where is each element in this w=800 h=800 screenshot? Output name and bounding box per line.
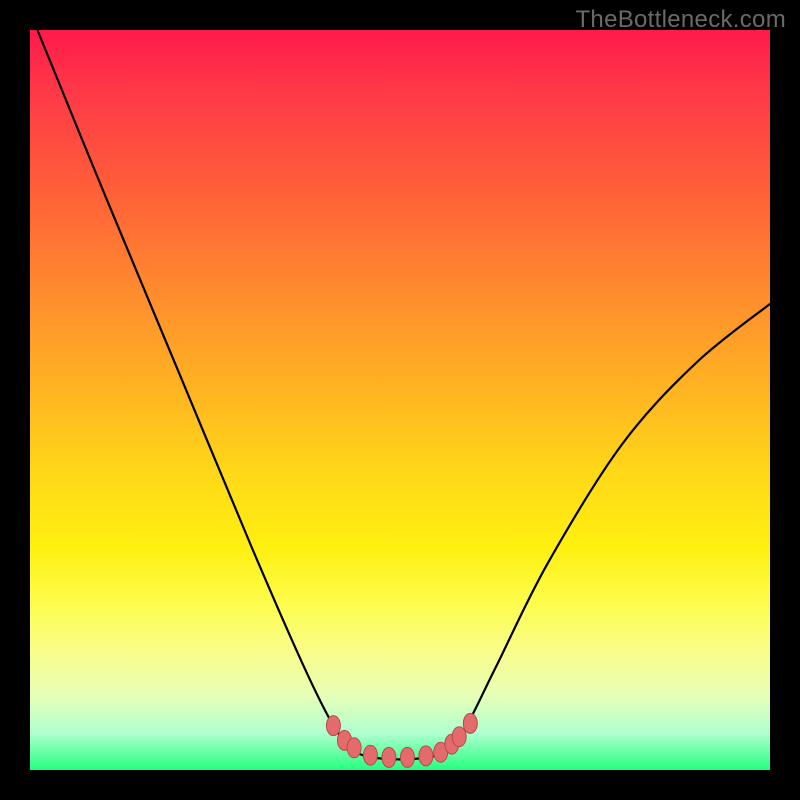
watermark-text: TheBottleneck.com xyxy=(575,6,786,34)
curve-marker xyxy=(382,747,396,767)
curve-marker xyxy=(363,745,377,765)
curve-markers xyxy=(326,713,477,767)
curve-marker xyxy=(347,738,361,758)
curve-marker xyxy=(400,747,414,767)
chart-svg xyxy=(30,30,770,770)
curve-marker xyxy=(326,716,340,736)
bottleneck-curve xyxy=(37,30,770,759)
chart-plot-area xyxy=(30,30,770,770)
curve-marker xyxy=(419,746,433,766)
curve-marker xyxy=(463,713,477,733)
curve-marker xyxy=(452,727,466,747)
